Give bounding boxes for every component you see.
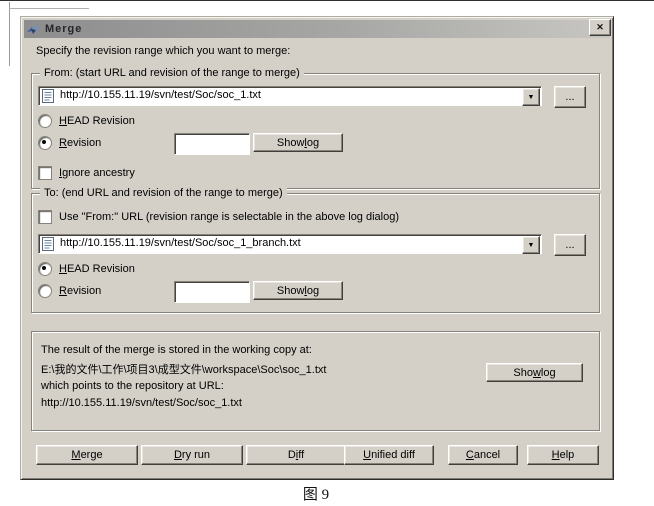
help-button[interactable]: Help <box>527 445 599 465</box>
to-head-revision-option[interactable]: HEAD Revision <box>38 262 135 276</box>
to-url-text: http://10.155.11.19/svn/test/Soc/soc_1_b… <box>60 237 301 249</box>
to-revision-input[interactable] <box>174 281 250 303</box>
figure-left-border <box>9 2 10 66</box>
from-show-log-button[interactable]: Show l og <box>253 133 343 152</box>
window-title: Merge <box>45 23 83 35</box>
to-head-revision-radio[interactable] <box>38 262 52 276</box>
from-head-revision-option[interactable]: HEAD Revision <box>38 114 135 128</box>
from-group-legend: From: (start URL and revision of the ran… <box>40 67 304 80</box>
figure-top-border <box>0 0 654 1</box>
document-icon <box>42 237 54 251</box>
figure-image: Merge ✕ Specify the revision range which… <box>0 0 654 506</box>
document-icon <box>42 89 54 103</box>
from-browse-button[interactable]: ... <box>554 86 586 108</box>
use-from-url-label: Use "From:" URL (revision range is selec… <box>59 211 400 223</box>
from-ignore-ancestry-option[interactable]: Ignore ancestry <box>38 166 135 180</box>
wc-show-log-button[interactable]: Sho w log <box>486 363 583 382</box>
intro-text: Specify the revision range which you wan… <box>36 45 291 57</box>
cancel-button[interactable]: Cancel <box>448 445 518 465</box>
to-group-legend: To: (end URL and revision of the range t… <box>40 187 287 200</box>
from-url-dropdown-button[interactable]: ▼ <box>522 88 540 106</box>
from-url-combobox[interactable]: http://10.155.11.19/svn/test/Soc/soc_1.t… <box>38 86 542 106</box>
figure-corner-border <box>9 8 89 9</box>
figure-caption: 图 9 <box>302 487 330 503</box>
from-revision-label: Revision <box>59 137 102 149</box>
to-revision-radio[interactable] <box>38 284 52 298</box>
from-head-revision-radio[interactable] <box>38 114 52 128</box>
result-line2: which points to the repository at URL: <box>41 380 224 392</box>
from-head-revision-label: HEAD Revision <box>59 115 135 127</box>
from-revision-option[interactable]: Revision <box>38 136 101 150</box>
to-revision-option[interactable]: Revision <box>38 284 101 298</box>
to-show-log-button[interactable]: Show l og <box>253 281 343 300</box>
ignore-ancestry-label: Ignore ancestry <box>59 167 135 179</box>
ignore-ancestry-checkbox[interactable] <box>38 166 52 180</box>
titlebar: Merge <box>24 20 610 38</box>
merge-app-icon <box>27 24 40 34</box>
to-revision-label: Revision <box>59 285 102 297</box>
dry-run-button[interactable]: Dry run <box>141 445 243 465</box>
merge-button[interactable]: Merge <box>36 445 138 465</box>
working-copy-path: E:\我的文件\工作\项目3\成型文件\workspace\Soc\soc_1.… <box>41 364 327 376</box>
merge-dialog: Merge ✕ Specify the revision range which… <box>20 16 614 480</box>
to-url-combobox[interactable]: http://10.155.11.19/svn/test/Soc/soc_1_b… <box>38 234 542 254</box>
result-line1: The result of the merge is stored in the… <box>41 344 312 356</box>
from-revision-radio[interactable] <box>38 136 52 150</box>
use-from-url-checkbox[interactable] <box>38 210 52 224</box>
close-button[interactable]: ✕ <box>589 19 611 36</box>
close-icon: ✕ <box>596 22 604 32</box>
repository-url: http://10.155.11.19/svn/test/Soc/soc_1.t… <box>41 397 242 409</box>
chevron-down-icon: ▼ <box>527 241 535 249</box>
unified-diff-button[interactable]: Unified diff <box>344 445 434 465</box>
from-revision-input[interactable] <box>174 133 250 155</box>
use-from-url-option[interactable]: Use "From:" URL (revision range is selec… <box>38 210 399 224</box>
to-head-revision-label: HEAD Revision <box>59 263 135 275</box>
from-url-text: http://10.155.11.19/svn/test/Soc/soc_1.t… <box>60 89 261 101</box>
diff-button[interactable]: Di ff <box>246 445 346 465</box>
to-url-dropdown-button[interactable]: ▼ <box>522 236 540 254</box>
to-browse-button[interactable]: ... <box>554 234 586 256</box>
chevron-down-icon: ▼ <box>527 93 535 101</box>
